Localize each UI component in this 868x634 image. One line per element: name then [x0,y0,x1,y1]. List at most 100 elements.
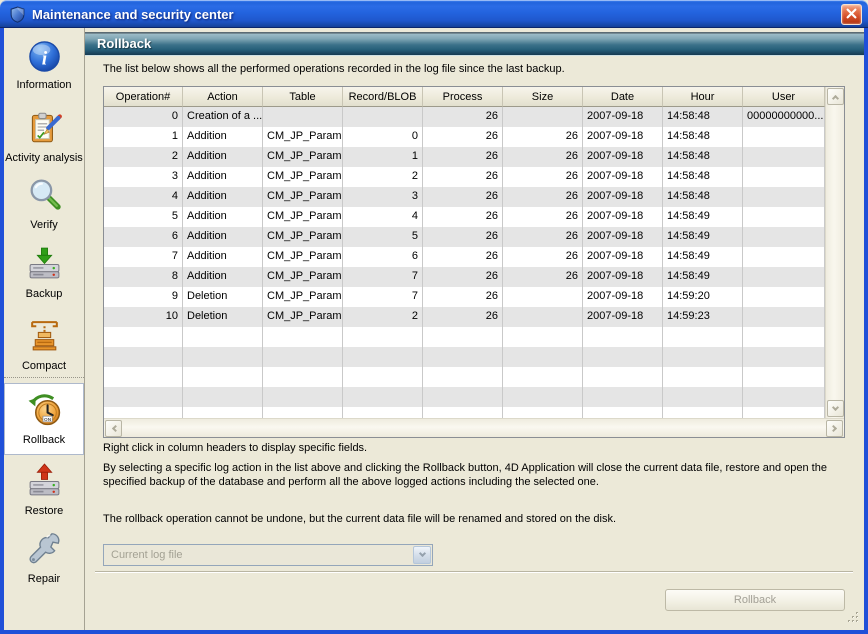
separator-line [95,571,853,573]
table-cell [743,147,825,167]
table-cell [663,407,743,418]
table-cell: 14:58:48 [663,167,743,187]
table-cell [423,407,503,418]
sidebar-item-repair[interactable]: Repair [5,524,83,590]
scroll-left-button[interactable] [105,420,122,437]
table-cell: 2007-09-18 [583,227,663,247]
table-cell: Addition [183,147,263,167]
sidebar: iInformationActivity analysisVerify Backu… [4,28,85,630]
table-cell: Deletion [183,307,263,327]
table-row[interactable]: 6AdditionCM_JP_Params526262007-09-1814:5… [104,227,825,247]
table-cell: 14:58:49 [663,267,743,287]
operations-table: Operation#ActionTableRecord/BLOBProcessS… [103,86,845,438]
table-cell: 2007-09-18 [583,207,663,227]
log-file-select-value: Current log file [104,549,413,561]
table-cell [503,387,583,407]
table-row[interactable]: 2AdditionCM_JP_Params126262007-09-1814:5… [104,147,825,167]
column-header-record-blob[interactable]: Record/BLOB [343,87,423,107]
table-cell: 26 [503,267,583,287]
vertical-scrollbar[interactable] [825,87,844,418]
table-cell [583,327,663,347]
column-header-user[interactable]: User [743,87,825,107]
table-cell [743,247,825,267]
table-cell: 2 [343,307,423,327]
column-header-date[interactable]: Date [583,87,663,107]
table-cell: 3 [104,167,183,187]
sidebar-item-backup[interactable]: Backup [5,240,83,306]
column-header-table[interactable]: Table [263,87,343,107]
table-row[interactable]: 10DeletionCM_JP_Params2262007-09-1814:59… [104,307,825,327]
chevron-right-icon [829,425,836,432]
column-header-process[interactable]: Process [423,87,503,107]
sidebar-item-restore[interactable]: Restore [5,458,83,522]
compact-icon [26,317,63,359]
chevron-down-icon [832,403,839,410]
horizontal-scrollbar[interactable] [104,418,844,437]
table-cell: 14:58:48 [663,187,743,207]
table-cell [503,107,583,127]
table-row-empty [104,347,825,367]
table-cell: 2007-09-18 [583,247,663,267]
table-cell [263,407,343,418]
log-file-select[interactable]: Current log file [103,544,433,566]
sidebar-item-label: Restore [25,505,64,518]
scroll-up-button[interactable] [827,88,844,105]
sidebar-item-information[interactable]: iInformation [5,34,83,98]
sidebar-item-compact[interactable]: Compact [5,312,83,378]
table-row[interactable]: 9DeletionCM_JP_Params7262007-09-1814:59:… [104,287,825,307]
table-cell [743,127,825,147]
scroll-down-button[interactable] [827,400,844,417]
table-cell [743,207,825,227]
table-cell [743,167,825,187]
table-cell: 7 [104,247,183,267]
scroll-right-button[interactable] [826,420,843,437]
column-header-hour[interactable]: Hour [663,87,743,107]
table-cell [263,347,343,367]
table-cell [104,327,183,347]
table-cell: Addition [183,267,263,287]
table-row[interactable]: 7AdditionCM_JP_Params626262007-09-1814:5… [104,247,825,267]
table-row[interactable]: 5AdditionCM_JP_Params426262007-09-1814:5… [104,207,825,227]
sidebar-item-label: Backup [26,288,63,301]
sidebar-item-rollback[interactable]: ONRollback [4,383,84,455]
column-header-action[interactable]: Action [183,87,263,107]
table-cell: 26 [423,107,503,127]
sidebar-item-verify[interactable]: Verify [5,174,83,234]
sidebar-item-activity-analysis[interactable]: Activity analysis [5,98,83,174]
table-cell: 6 [104,227,183,247]
table-cell: CM_JP_Params [263,267,343,287]
table-cell: 1 [343,147,423,167]
table-cell: 3 [343,187,423,207]
table-cell: 2007-09-18 [583,107,663,127]
table-cell [663,387,743,407]
rollback-button[interactable]: Rollback [665,589,845,611]
resize-grip-icon[interactable] [846,610,861,630]
table-row[interactable]: 4AdditionCM_JP_Params326262007-09-1814:5… [104,187,825,207]
table-cell: 14:59:23 [663,307,743,327]
table-cell [743,187,825,207]
table-cell: 26 [503,207,583,227]
table-cell: 26 [503,187,583,207]
column-header-operation-[interactable]: Operation# [104,87,183,107]
table-cell: CM_JP_Params [263,187,343,207]
table-row[interactable]: 3AdditionCM_JP_Params226262007-09-1814:5… [104,167,825,187]
table-cell: 8 [104,267,183,287]
verify-icon [26,176,63,218]
table-cell: 4 [104,187,183,207]
sidebar-item-label: Rollback [23,434,65,447]
table-row[interactable]: 0Creation of a ...262007-09-1814:58:4800… [104,107,825,127]
table-cell [583,407,663,418]
table-cell: 9 [104,287,183,307]
column-header-size[interactable]: Size [503,87,583,107]
table-cell [183,407,263,418]
table-cell: 26 [503,227,583,247]
table-cell: 0 [104,107,183,127]
table-cell [583,367,663,387]
table-row[interactable]: 1AdditionCM_JP_Params026262007-09-1814:5… [104,127,825,147]
table-row[interactable]: 8AdditionCM_JP_Params726262007-09-1814:5… [104,267,825,287]
shield-icon [9,6,26,23]
warning-text: The rollback operation cannot be undone,… [103,513,616,525]
close-button[interactable] [841,4,862,25]
table-cell: 2007-09-18 [583,167,663,187]
combo-arrow-button[interactable] [413,546,431,564]
